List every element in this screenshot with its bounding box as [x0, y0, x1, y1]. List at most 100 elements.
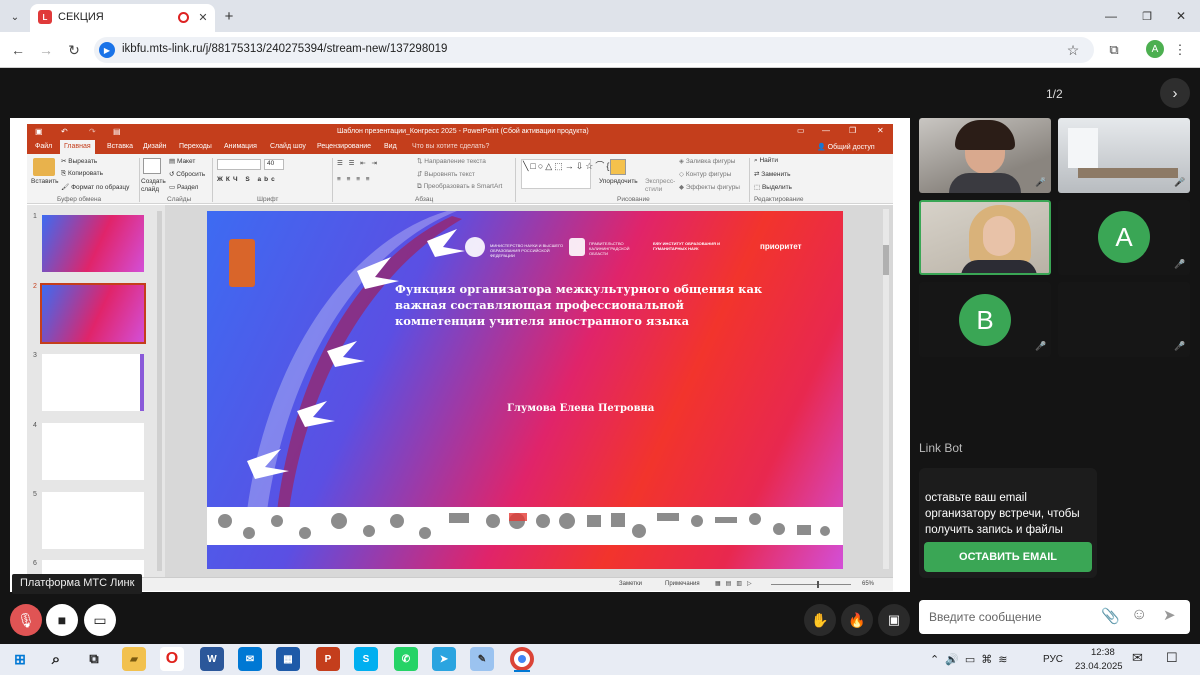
font-name-field[interactable]: [217, 159, 261, 170]
arrange-icon[interactable]: [610, 159, 626, 175]
scrollbar-thumb[interactable]: [883, 245, 889, 275]
system-tray-icons[interactable]: ⌃🔊▭⌘≋: [930, 653, 1014, 666]
view-buttons[interactable]: ▦▤▥▷: [715, 580, 757, 587]
clock-date[interactable]: 23.04.2025: [1075, 661, 1123, 672]
layout-toggle-button[interactable]: ▣: [878, 604, 910, 636]
profile-avatar[interactable]: A: [1146, 40, 1164, 58]
telegram-icon[interactable]: ➤: [432, 647, 456, 671]
word-icon[interactable]: W: [200, 647, 224, 671]
store-icon[interactable]: ▦: [276, 647, 300, 671]
mail-icon[interactable]: ✉: [238, 647, 262, 671]
tab-list-chevron-icon[interactable]: ⌄: [6, 8, 24, 26]
editor-scrollbar[interactable]: [883, 209, 889, 569]
shape-fill-button[interactable]: ◈ Заливка фигуры: [679, 157, 735, 165]
align-buttons[interactable]: ≡ ≡ ≡ ≡: [337, 176, 372, 183]
slide-thumbnail-1[interactable]: [42, 215, 144, 272]
participant-tile-1[interactable]: 🎤: [919, 118, 1051, 193]
language-indicator[interactable]: РУС: [1043, 654, 1063, 665]
extensions-icon[interactable]: ⧉: [1104, 40, 1124, 60]
ppt-tab-design[interactable]: Дизайн: [143, 143, 167, 150]
notes-button[interactable]: Заметки: [619, 581, 642, 587]
font-size-field[interactable]: 40: [264, 159, 284, 170]
shape-effects-button[interactable]: ◆ Эффекты фигуры: [679, 183, 740, 191]
ppt-share-button[interactable]: 👤 Общий доступ: [817, 143, 875, 151]
camera-toggle-button[interactable]: ■: [46, 604, 78, 636]
close-tab-icon[interactable]: ✕: [195, 9, 211, 25]
find-button[interactable]: ⌕ Найти: [754, 157, 778, 165]
send-arrow-icon[interactable]: ➤: [1163, 606, 1176, 624]
zoom-slider-thumb[interactable]: [817, 581, 819, 588]
cut-button[interactable]: ✂ Вырезать: [61, 157, 97, 165]
back-arrow-icon[interactable]: ←: [8, 40, 28, 60]
minimize-window-icon[interactable]: —: [1102, 8, 1120, 24]
forward-arrow-icon[interactable]: →: [36, 40, 56, 60]
browser-menu-icon[interactable]: ⋮: [1172, 40, 1188, 60]
ppt-tab-review[interactable]: Рецензирование: [317, 143, 371, 150]
leave-email-button[interactable]: ОСТАВИТЬ EMAIL: [924, 542, 1092, 572]
ppt-tab-slideshow[interactable]: Слайд шоу: [270, 143, 306, 150]
ppt-save-icon[interactable]: ▣: [35, 127, 43, 136]
reset-button[interactable]: ↺ Сбросить: [169, 170, 205, 178]
new-slide-button[interactable]: Создать слайд: [141, 178, 166, 194]
message-input[interactable]: Введите сообщение 📎 ☺ ➤: [919, 600, 1190, 634]
ppt-tab-view[interactable]: Вид: [384, 143, 397, 150]
emoji-smile-icon[interactable]: ☺: [1131, 606, 1147, 624]
opera-icon[interactable]: O: [160, 647, 184, 671]
current-slide[interactable]: МИНИСТЕРСТВО НАУКИ И ВЫСШЕГО ОБРАЗОВАНИЯ…: [207, 211, 843, 569]
ppt-redo-icon[interactable]: ↷: [89, 127, 96, 136]
url-text[interactable]: ikbfu.mts-link.ru/j/88175313/240275394/s…: [122, 43, 447, 55]
search-icon[interactable]: ⌕: [44, 647, 68, 671]
ppt-close-icon[interactable]: ✕: [877, 126, 884, 135]
participant-tile-4[interactable]: A 🎤: [1058, 200, 1190, 275]
smartart-button[interactable]: ⧉ Преобразовать в SmartArt: [417, 183, 502, 191]
ppt-tab-home[interactable]: Главная: [60, 140, 95, 154]
ppt-tab-file[interactable]: Файл: [35, 143, 52, 150]
chrome-icon[interactable]: [510, 647, 534, 671]
powerpoint-icon[interactable]: P: [316, 647, 340, 671]
ppt-tab-transitions[interactable]: Переходы: [179, 143, 212, 150]
text-direction-button[interactable]: ⇅ Направление текста: [417, 157, 486, 165]
comments-button[interactable]: Примечания: [665, 581, 700, 587]
bookmark-star-icon[interactable]: ☆: [1064, 41, 1082, 59]
reload-icon[interactable]: ↻: [64, 40, 84, 60]
skype-icon[interactable]: S: [354, 647, 378, 671]
slide-thumbnail-3[interactable]: [42, 354, 144, 411]
file-explorer-icon[interactable]: ▰: [122, 647, 146, 671]
paint-icon[interactable]: ✎: [470, 647, 494, 671]
layout-button[interactable]: ▤ Макет: [169, 157, 195, 165]
close-window-icon[interactable]: ✕: [1172, 8, 1190, 24]
site-info-icon[interactable]: ▶: [99, 42, 115, 58]
paste-button[interactable]: Вставить: [31, 178, 59, 185]
thumb-scrollbar[interactable]: [157, 211, 162, 571]
slide-thumbnail-5[interactable]: [42, 492, 144, 549]
mic-toggle-button[interactable]: 🎙: [10, 604, 42, 636]
attach-paperclip-icon[interactable]: 📎: [1101, 607, 1120, 625]
raise-hand-button[interactable]: ✋: [804, 604, 836, 636]
ppt-minimize-icon[interactable]: —: [822, 126, 830, 135]
action-center-icon[interactable]: ☐: [1166, 650, 1178, 666]
screen-share-button[interactable]: ▭: [84, 604, 116, 636]
zoom-level[interactable]: 65%: [862, 581, 874, 587]
section-button[interactable]: ▭ Раздел: [169, 183, 198, 191]
ppt-slideshow-icon[interactable]: ▤: [113, 127, 121, 136]
maximize-window-icon[interactable]: ❐: [1138, 8, 1156, 24]
quick-styles-button[interactable]: Экспресс-стили: [645, 178, 675, 194]
zoom-slider[interactable]: [771, 584, 851, 585]
slide-thumbnail-2[interactable]: [40, 283, 146, 344]
message-placeholder[interactable]: Введите сообщение: [929, 610, 1042, 624]
participant-tile-2[interactable]: 🎤: [1058, 118, 1190, 193]
ppt-maximize-icon[interactable]: ❐: [849, 126, 856, 135]
whatsapp-icon[interactable]: ✆: [394, 647, 418, 671]
url-omnibox[interactable]: ▶ ikbfu.mts-link.ru/j/88175313/240275394…: [94, 37, 1094, 63]
format-painter-button[interactable]: 🖌 Формат по образцу: [61, 183, 129, 191]
font-style-buttons[interactable]: ЖКЧ S abc: [217, 176, 278, 183]
paragraph-buttons[interactable]: ☰ ☰ ⇤ ⇥: [337, 159, 379, 167]
replace-button[interactable]: ⇄ Заменить: [754, 170, 790, 178]
next-page-chevron-icon[interactable]: ›: [1160, 78, 1190, 108]
slide-thumbnail-4[interactable]: [42, 423, 144, 480]
ppt-tell-me[interactable]: Что вы хотите сделать?: [412, 143, 489, 150]
select-button[interactable]: ⬚ Выделить: [754, 183, 792, 191]
participant-tile-5[interactable]: B 🎤: [919, 282, 1051, 357]
clock-time[interactable]: 12:38: [1091, 647, 1115, 658]
participant-tile-6[interactable]: 🎤: [1058, 282, 1190, 357]
